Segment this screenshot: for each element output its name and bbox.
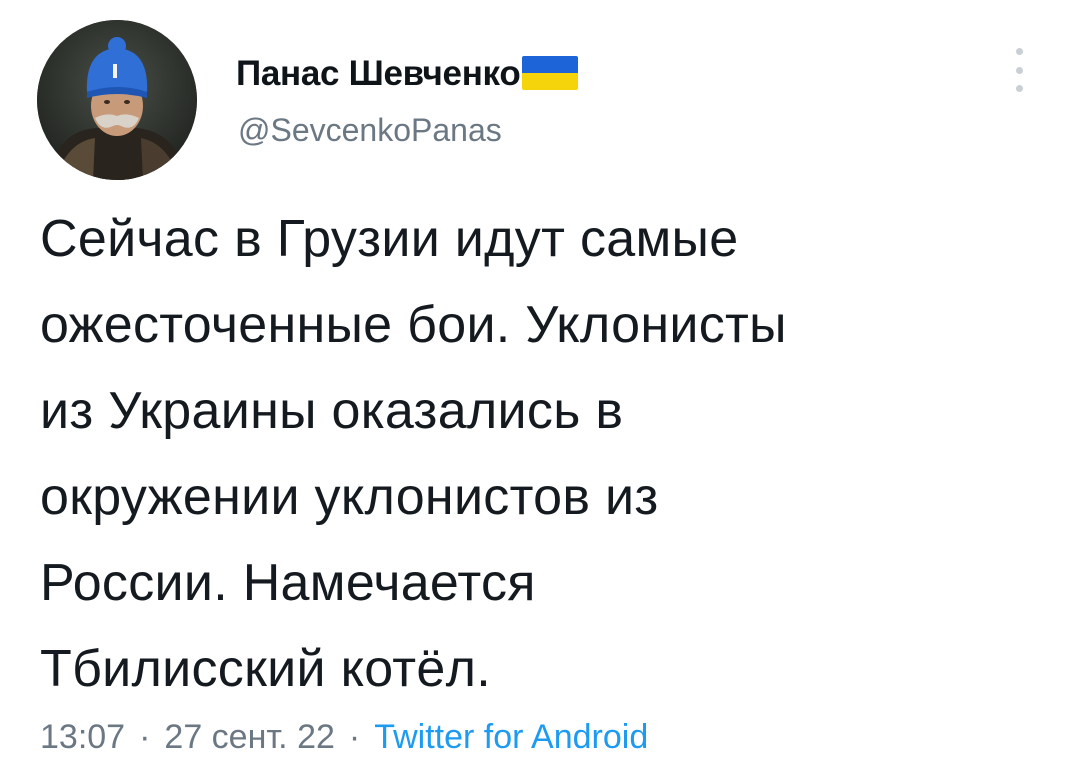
portrait-avatar-image [37,20,197,180]
tweet-meta: 13:07 · 27 сент. 22 · Twitter for Androi… [40,718,648,757]
tweet-text-line: из Украины оказались в [40,382,624,440]
tweet-text-line: России. Намечается [40,554,536,612]
author-avatar[interactable] [37,20,197,180]
tweet-time[interactable]: 13:07 [40,718,125,757]
ukraine-flag-icon [522,56,579,90]
more-vertical-icon[interactable] [1008,48,1030,92]
author-handle[interactable]: @SevcenkoPanas [238,112,502,149]
tweet-source-link[interactable]: Twitter for Android [374,718,648,757]
tweet-text-line: Тбилисский котёл. [40,640,492,698]
author-display-name[interactable]: Панас Шевченко [236,54,521,94]
tweet-date[interactable]: 27 сент. 22 [164,718,334,757]
tweet-card: Панас Шевченко @SevcenkoPanas Сейчас в Г… [0,0,1080,781]
tweet-text: Сейчас в Грузии идут самые ожесточенные … [40,196,1050,712]
meta-separator: · [139,718,151,756]
tweet-text-line: окружении уклонистов из [40,468,659,526]
meta-separator: · [348,718,361,756]
tweet-text-line: ожесточенные бои. Уклонисты [40,296,787,354]
author-name-row[interactable]: Панас Шевченко [236,50,579,98]
tweet-text-line: Сейчас в Грузии идут самые [40,210,739,268]
